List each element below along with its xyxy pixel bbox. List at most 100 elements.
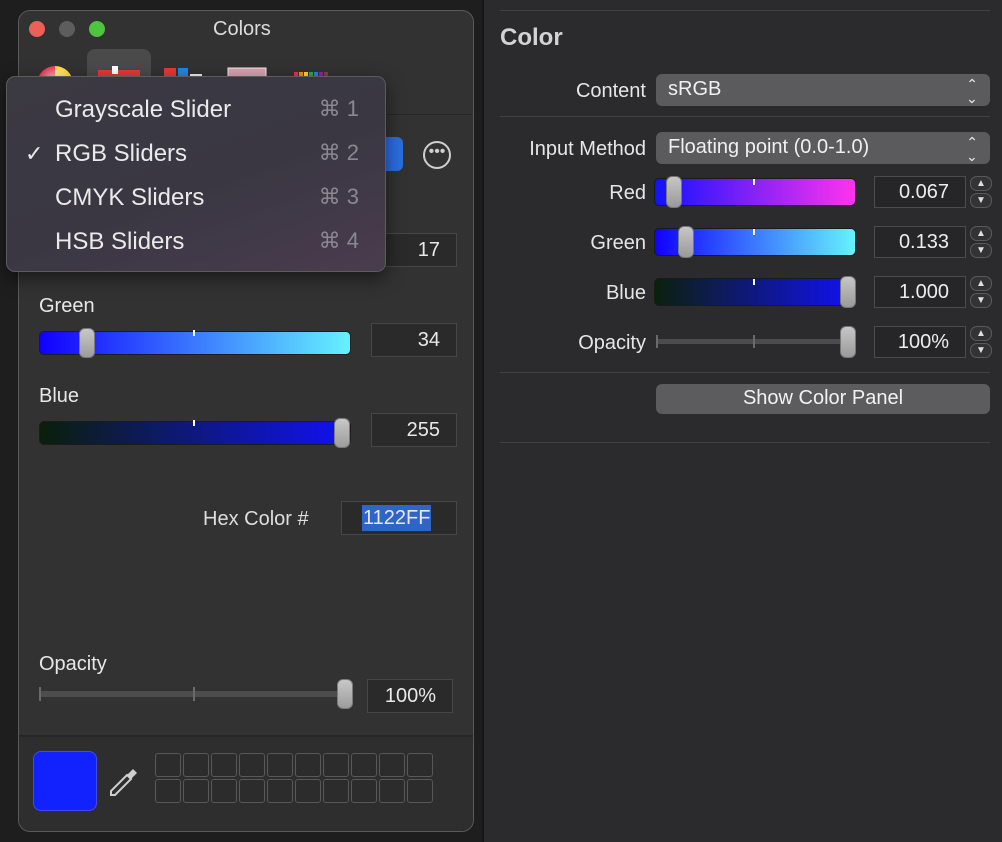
color-inspector-pane: Color Content sRGB ⌃ ⌃ Input Method Float… bbox=[482, 0, 1002, 842]
input-method-label: Input Method bbox=[529, 138, 646, 160]
opacity-tick-min bbox=[656, 335, 658, 348]
opacity-tick-min bbox=[39, 687, 41, 701]
hex-color-field[interactable]: 1122FF bbox=[341, 501, 457, 535]
blue-stepper[interactable]: ▲ ▼ bbox=[970, 276, 992, 308]
opacity-slider[interactable] bbox=[656, 335, 852, 348]
green-stepper[interactable]: ▲ ▼ bbox=[970, 226, 992, 258]
green-value-field[interactable]: 0.133 bbox=[874, 226, 966, 258]
hex-color-label: Hex Color # bbox=[203, 508, 309, 530]
stepper-down-icon[interactable]: ▼ bbox=[970, 343, 992, 358]
empty-swatch[interactable] bbox=[267, 753, 293, 777]
blue-slider[interactable] bbox=[39, 420, 351, 445]
empty-swatch[interactable] bbox=[267, 779, 293, 803]
popup-arrows-icon: ⌃ ⌃ bbox=[966, 76, 978, 106]
content-popup-value: sRGB bbox=[668, 78, 722, 100]
blue-slider-thumb[interactable] bbox=[840, 276, 856, 308]
divider bbox=[500, 10, 990, 11]
inspector-section-title: Color bbox=[500, 24, 563, 51]
green-slider-tick bbox=[193, 330, 195, 336]
menu-item-hsb[interactable]: HSB Sliders ⌘ 4 bbox=[7, 219, 385, 263]
opacity-stepper[interactable]: ▲ ▼ bbox=[970, 326, 992, 358]
stepper-up-icon[interactable]: ▲ bbox=[970, 226, 992, 241]
opacity-label: Opacity bbox=[578, 332, 646, 354]
stepper-down-icon[interactable]: ▼ bbox=[970, 243, 992, 258]
red-slider[interactable] bbox=[654, 178, 856, 206]
stepper-up-icon[interactable]: ▲ bbox=[970, 176, 992, 191]
opacity-slider[interactable] bbox=[39, 687, 345, 701]
empty-swatch[interactable] bbox=[155, 753, 181, 777]
blue-slider[interactable] bbox=[654, 278, 856, 306]
slider-mode-popup-button[interactable] bbox=[385, 137, 403, 171]
blue-slider-thumb[interactable] bbox=[334, 418, 350, 448]
empty-swatch[interactable] bbox=[239, 779, 265, 803]
empty-swatch[interactable] bbox=[351, 779, 377, 803]
empty-swatch[interactable] bbox=[211, 779, 237, 803]
stepper-down-icon[interactable]: ▼ bbox=[970, 193, 992, 208]
opacity-value-field[interactable]: 100% bbox=[874, 326, 966, 358]
menu-shortcut: ⌘ 2 bbox=[318, 140, 359, 165]
window-title: Colors bbox=[213, 18, 271, 40]
opacity-slider-thumb[interactable] bbox=[337, 679, 353, 709]
divider bbox=[500, 116, 990, 117]
opacity-tick-mid bbox=[193, 687, 195, 701]
input-method-popup-value: Floating point (0.0-1.0) bbox=[668, 136, 870, 158]
empty-swatch[interactable] bbox=[379, 779, 405, 803]
divider bbox=[500, 442, 990, 443]
zoom-window-button[interactable] bbox=[89, 21, 105, 37]
empty-swatch[interactable] bbox=[183, 753, 209, 777]
empty-swatch[interactable] bbox=[379, 753, 405, 777]
eyedropper-icon[interactable] bbox=[107, 765, 141, 804]
stepper-up-icon[interactable]: ▲ bbox=[970, 326, 992, 341]
blue-label: Blue bbox=[39, 385, 80, 407]
empty-swatch[interactable] bbox=[323, 753, 349, 777]
show-color-panel-button[interactable]: Show Color Panel bbox=[656, 384, 990, 414]
blue-value-field[interactable]: 255 bbox=[371, 413, 457, 447]
divider bbox=[500, 372, 990, 373]
empty-swatch[interactable] bbox=[155, 779, 181, 803]
stepper-up-icon[interactable]: ▲ bbox=[970, 276, 992, 291]
opacity-value-field[interactable]: 100% bbox=[367, 679, 453, 713]
menu-item-cmyk[interactable]: CMYK Sliders ⌘ 3 bbox=[7, 175, 385, 219]
empty-swatch[interactable] bbox=[407, 779, 433, 803]
red-stepper[interactable]: ▲ ▼ bbox=[970, 176, 992, 208]
menu-item-grayscale[interactable]: Grayscale Slider ⌘ 1 bbox=[7, 87, 385, 131]
more-options-icon[interactable]: ••• bbox=[423, 141, 451, 169]
title-bar[interactable]: Colors bbox=[19, 11, 473, 47]
blue-slider-tick bbox=[753, 279, 755, 285]
input-method-popup[interactable]: Floating point (0.0-1.0) ⌃ ⌃ bbox=[656, 132, 990, 164]
empty-swatch[interactable] bbox=[407, 753, 433, 777]
menu-item-label: Grayscale Slider bbox=[55, 96, 232, 123]
content-popup[interactable]: sRGB ⌃ ⌃ bbox=[656, 74, 990, 106]
red-slider-thumb[interactable] bbox=[666, 176, 682, 208]
content-label: Content bbox=[575, 80, 646, 102]
empty-swatch[interactable] bbox=[239, 753, 265, 777]
green-slider-thumb[interactable] bbox=[678, 226, 694, 258]
opacity-slider-thumb[interactable] bbox=[840, 326, 856, 358]
close-window-button[interactable] bbox=[29, 21, 45, 37]
stepper-down-icon[interactable]: ▼ bbox=[970, 293, 992, 308]
blue-label: Blue bbox=[605, 282, 646, 304]
empty-swatch[interactable] bbox=[295, 779, 321, 803]
green-label: Green bbox=[590, 232, 646, 254]
minimize-window-button[interactable] bbox=[59, 21, 75, 37]
green-slider-thumb[interactable] bbox=[79, 328, 95, 358]
red-slider-tick bbox=[753, 179, 755, 185]
hex-color-value[interactable]: 1122FF bbox=[362, 505, 432, 531]
blue-value-field[interactable]: 1.000 bbox=[874, 276, 966, 308]
red-value-field[interactable]: 0.067 bbox=[874, 176, 966, 208]
empty-swatch[interactable] bbox=[183, 779, 209, 803]
green-slider-tick bbox=[753, 229, 755, 235]
current-color-well[interactable] bbox=[33, 751, 97, 811]
red-label: Red bbox=[609, 182, 646, 204]
menu-item-label: RGB Sliders bbox=[55, 140, 188, 167]
empty-swatch[interactable] bbox=[323, 779, 349, 803]
empty-swatch[interactable] bbox=[211, 753, 237, 777]
empty-swatch[interactable] bbox=[295, 753, 321, 777]
menu-item-rgb[interactable]: ✓ RGB Sliders ⌘ 2 bbox=[7, 131, 385, 175]
popup-arrows-icon: ⌃ ⌃ bbox=[966, 134, 978, 164]
empty-swatch[interactable] bbox=[351, 753, 377, 777]
green-value-field[interactable]: 34 bbox=[371, 323, 457, 357]
color-well-area bbox=[19, 735, 473, 831]
blue-slider-tick bbox=[193, 420, 195, 426]
menu-item-label: CMYK Sliders bbox=[55, 184, 205, 211]
